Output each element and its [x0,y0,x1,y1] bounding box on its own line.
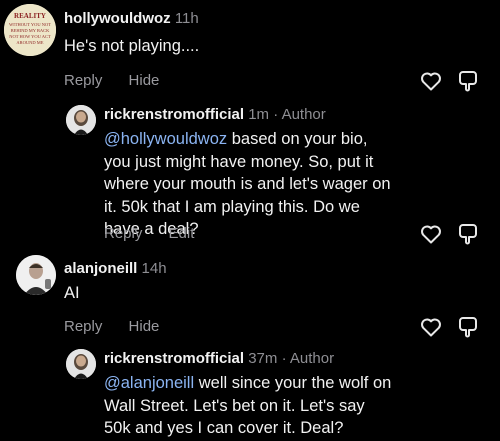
avatar[interactable] [66,105,96,135]
edit-button[interactable]: Edit [169,225,195,242]
hide-button[interactable]: Hide [129,72,160,89]
reply-button[interactable]: Reply [64,72,102,89]
mention-link[interactable]: @alanjoneill [104,374,194,392]
comment-reply-rickrenstromofficial: rickrenstromofficial 1m · Author @hollyw… [0,100,500,248]
comment-hollywouldwoz: REALITY WITHOUT YOU NOT BEHIND MY BACK N… [0,0,500,100]
comment-actions: Reply Hide [64,318,181,335]
comment-text: @hollywouldwoz based on your bio, you ju… [104,128,394,241]
svg-text:REALITY: REALITY [14,12,46,20]
comment-reply-rickrenstromofficial-2: rickrenstromofficial 37m · Author @alanj… [0,344,500,441]
comment-text: AI [64,284,80,302]
svg-text:AROUND ME: AROUND ME [16,40,43,45]
heart-icon[interactable] [419,69,443,93]
separator: · [277,350,290,367]
separator: · [269,106,282,123]
svg-text:BEHIND MY BACK: BEHIND MY BACK [11,28,51,33]
dislike-icon[interactable] [456,222,480,246]
dislike-icon[interactable] [456,69,480,93]
hide-button[interactable]: Hide [129,318,160,335]
heart-icon[interactable] [419,222,443,246]
author-badge: Author [281,106,326,123]
timestamp: 37m [248,350,278,367]
comment-alanjoneill: alanjoneill 14h AI Reply Hide [0,248,500,344]
timestamp: 1m [248,106,270,123]
reply-button[interactable]: Reply [104,225,142,242]
username[interactable]: rickrenstromofficial [104,350,244,367]
username[interactable]: rickrenstromofficial [104,106,244,123]
timestamp: 11h [174,10,199,27]
avatar[interactable] [66,349,96,379]
comment-actions: Reply Hide [64,72,181,89]
username[interactable]: alanjoneill [64,260,137,277]
username[interactable]: hollywouldwoz [64,10,171,27]
avatar[interactable] [16,255,56,295]
reply-button[interactable]: Reply [64,318,102,335]
comment-text: @alanjoneill well since your the wolf on… [104,372,394,440]
comment-header: rickrenstromofficial 37m · Author [104,350,334,367]
mention-link[interactable]: @hollywouldwoz [104,130,227,148]
comment-text: He's not playing.... [64,37,200,55]
comment-header: rickrenstromofficial 1m · Author [104,106,326,123]
dislike-icon[interactable] [456,315,480,339]
comment-header: alanjoneill 14h [64,260,167,277]
heart-icon[interactable] [419,315,443,339]
comment-actions: Reply Edit [104,225,216,242]
avatar[interactable]: REALITY WITHOUT YOU NOT BEHIND MY BACK N… [4,4,56,56]
comment-header: hollywouldwoz 11h [64,10,199,27]
author-badge: Author [289,350,335,367]
svg-text:WITHOUT YOU NOT: WITHOUT YOU NOT [9,22,51,27]
timestamp: 14h [141,260,167,277]
svg-text:NOT HOW YOU ACT: NOT HOW YOU ACT [9,34,51,39]
